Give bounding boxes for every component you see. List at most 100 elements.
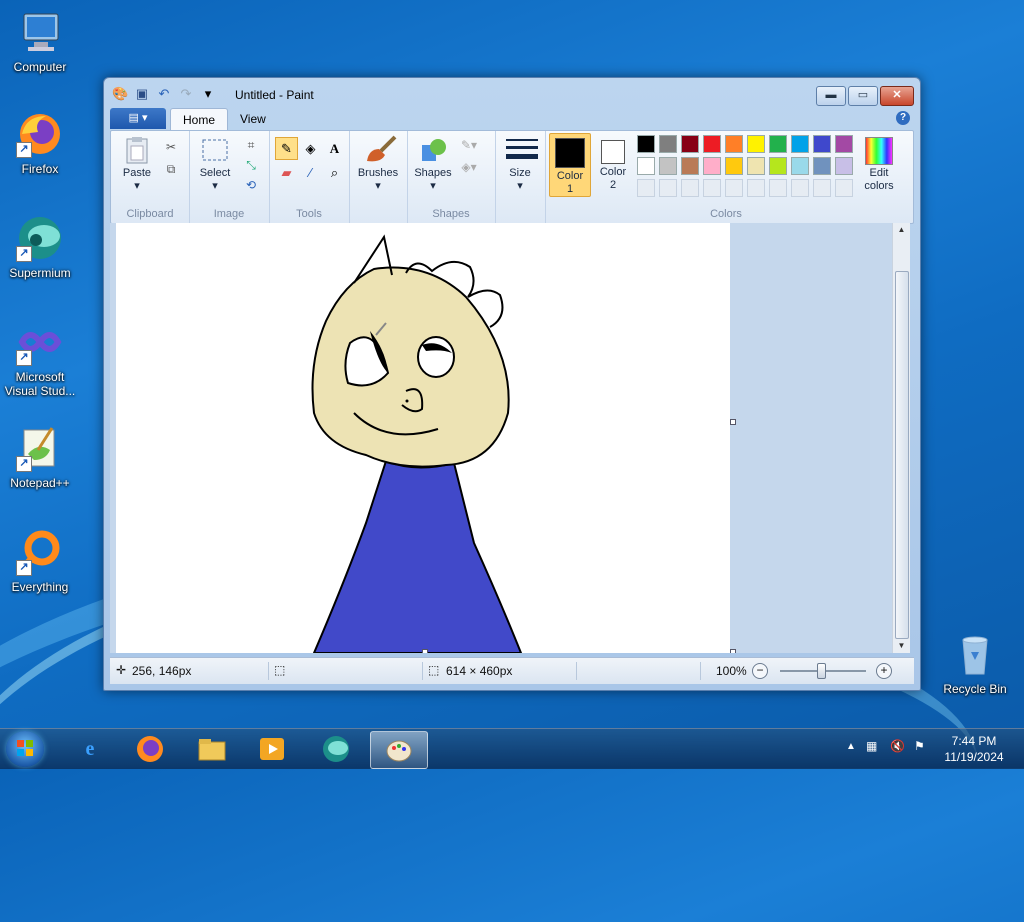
rotate-icon[interactable]: ⟲ xyxy=(241,175,261,195)
desktop-icon-firefox[interactable]: ↗ Firefox xyxy=(0,110,80,176)
scroll-up-icon[interactable]: ▲ xyxy=(893,223,910,237)
color2-button[interactable]: Color 2 xyxy=(593,133,633,195)
palette-swatch[interactable] xyxy=(835,135,853,153)
resize-handle-right[interactable] xyxy=(730,419,736,425)
palette-swatch[interactable] xyxy=(813,157,831,175)
paint-window[interactable]: 🎨 ▣ ↶ ↷ ▾ Untitled - Paint ▬ ▭ ✕ ▤ ▾ Hom… xyxy=(103,77,921,691)
vertical-scrollbar[interactable]: ▲ ▼ xyxy=(892,223,910,653)
desktop-icon-visual-studio[interactable]: ↗ Microsoft Visual Stud... xyxy=(0,318,80,398)
zoom-slider-thumb[interactable] xyxy=(817,663,826,679)
custom-color-slot[interactable] xyxy=(703,179,721,197)
custom-color-slot[interactable] xyxy=(659,179,677,197)
size-button[interactable]: Size ▾ xyxy=(501,135,539,193)
resize-icon[interactable]: ⤡ xyxy=(241,155,261,175)
fill-tool-icon[interactable]: ◈ xyxy=(299,137,322,160)
action-center-flag-icon[interactable]: ⚑ xyxy=(914,739,925,753)
palette-swatch[interactable] xyxy=(681,157,699,175)
palette-swatch[interactable] xyxy=(835,157,853,175)
palette-swatch[interactable] xyxy=(791,135,809,153)
palette-swatch[interactable] xyxy=(813,135,831,153)
palette-swatch[interactable] xyxy=(659,135,677,153)
taskbar-firefox-icon[interactable] xyxy=(122,731,178,767)
resize-handle-bottom[interactable] xyxy=(422,649,428,653)
palette-swatch[interactable] xyxy=(637,135,655,153)
taskbar-paint-icon[interactable] xyxy=(370,731,428,769)
desktop-icon-recycle-bin[interactable]: Recycle Bin xyxy=(935,630,1015,696)
drawing-canvas[interactable] xyxy=(116,223,730,653)
minimize-button[interactable]: ▬ xyxy=(816,86,846,106)
palette-swatch[interactable] xyxy=(703,157,721,175)
maximize-button[interactable]: ▭ xyxy=(848,86,878,106)
supermium-icon: ↗ xyxy=(16,214,64,262)
show-hidden-icons-icon[interactable]: ▲ xyxy=(846,741,856,752)
custom-color-slot[interactable] xyxy=(747,179,765,197)
clock-date: 11/19/2024 xyxy=(944,750,1004,764)
cut-icon[interactable]: ✂ xyxy=(161,137,181,157)
taskbar-explorer-icon[interactable] xyxy=(184,731,240,767)
copy-icon[interactable]: ⧉ xyxy=(161,159,181,179)
custom-color-slot[interactable] xyxy=(681,179,699,197)
text-tool-icon[interactable]: A xyxy=(323,137,346,160)
redo-icon[interactable]: ↷ xyxy=(178,86,194,102)
desktop-icon-computer[interactable]: Computer xyxy=(0,8,80,74)
scroll-down-icon[interactable]: ▼ xyxy=(893,639,910,653)
palette-swatch[interactable] xyxy=(725,135,743,153)
brushes-button[interactable]: Brushes ▾ xyxy=(355,135,401,193)
undo-icon[interactable]: ↶ xyxy=(156,86,172,102)
custom-color-slot[interactable] xyxy=(725,179,743,197)
tab-view[interactable]: View xyxy=(228,108,278,130)
volume-muted-icon[interactable]: 🔇 xyxy=(890,739,905,753)
palette-swatch[interactable] xyxy=(747,135,765,153)
color-picker-icon[interactable]: ⁄ xyxy=(299,161,322,184)
close-button[interactable]: ✕ xyxy=(880,86,914,106)
crop-icon[interactable]: ⌗ xyxy=(241,135,261,155)
edit-colors-button[interactable]: Edit colors xyxy=(857,133,901,195)
customize-qat-icon[interactable]: ▾ xyxy=(200,86,216,102)
shapes-button[interactable]: Shapes ▾ xyxy=(411,135,455,193)
magnifier-icon[interactable]: ⌕ xyxy=(323,161,346,184)
palette-swatch[interactable] xyxy=(681,135,699,153)
network-icon[interactable]: ▦ xyxy=(866,739,877,753)
color1-button[interactable]: Color 1 xyxy=(549,133,591,197)
save-icon[interactable]: ▣ xyxy=(134,86,150,102)
select-button[interactable]: Select ▾ xyxy=(193,135,237,193)
shortcut-arrow-icon: ↗ xyxy=(16,456,32,472)
canvas-size-icon: ⬚ xyxy=(428,663,440,677)
custom-color-slot[interactable] xyxy=(791,179,809,197)
custom-color-slot[interactable] xyxy=(637,179,655,197)
palette-swatch[interactable] xyxy=(769,157,787,175)
zoom-out-button[interactable]: − xyxy=(752,663,768,679)
desktop-icon-everything[interactable]: ↗ Everything xyxy=(0,528,80,594)
tab-home[interactable]: Home xyxy=(170,108,229,131)
clock[interactable]: 7:44 PM 11/19/2024 xyxy=(936,733,1012,765)
desktop-icon-supermium[interactable]: ↗ Supermium xyxy=(0,214,80,280)
fill-shape-icon[interactable]: ◈▾ xyxy=(459,157,479,177)
taskbar-ie-icon[interactable]: e xyxy=(62,731,118,767)
title-bar[interactable]: 🎨 ▣ ↶ ↷ ▾ Untitled - Paint ▬ ▭ ✕ xyxy=(104,78,920,108)
palette-swatch[interactable] xyxy=(659,157,677,175)
scrollbar-thumb[interactable] xyxy=(895,271,909,639)
palette-swatch[interactable] xyxy=(747,157,765,175)
palette-swatch[interactable] xyxy=(791,157,809,175)
paste-button[interactable]: Paste ▾ xyxy=(117,135,157,193)
start-button[interactable] xyxy=(6,731,44,767)
eraser-tool-icon[interactable]: ▰ xyxy=(275,161,298,184)
zoom-in-button[interactable]: + xyxy=(876,663,892,679)
taskbar-supermium-icon[interactable] xyxy=(308,731,364,767)
palette-swatch[interactable] xyxy=(637,157,655,175)
shortcut-arrow-icon: ↗ xyxy=(16,560,32,576)
palette-swatch[interactable] xyxy=(703,135,721,153)
palette-swatch[interactable] xyxy=(725,157,743,175)
pencil-tool-icon[interactable]: ✎ xyxy=(275,137,298,160)
custom-color-slot[interactable] xyxy=(769,179,787,197)
help-icon[interactable]: ? xyxy=(896,111,910,125)
taskbar-media-player-icon[interactable] xyxy=(244,731,300,767)
file-menu-button[interactable]: ▤ ▾ xyxy=(110,108,166,129)
desktop-icon-notepadpp[interactable]: ↗ Notepad++ xyxy=(0,424,80,490)
palette-swatch[interactable] xyxy=(769,135,787,153)
quick-access-toolbar: 🎨 ▣ ↶ ↷ ▾ xyxy=(112,86,216,102)
custom-color-slot[interactable] xyxy=(813,179,831,197)
custom-color-slot[interactable] xyxy=(835,179,853,197)
outline-icon[interactable]: ✎▾ xyxy=(459,135,479,155)
resize-handle-corner[interactable] xyxy=(730,649,736,653)
